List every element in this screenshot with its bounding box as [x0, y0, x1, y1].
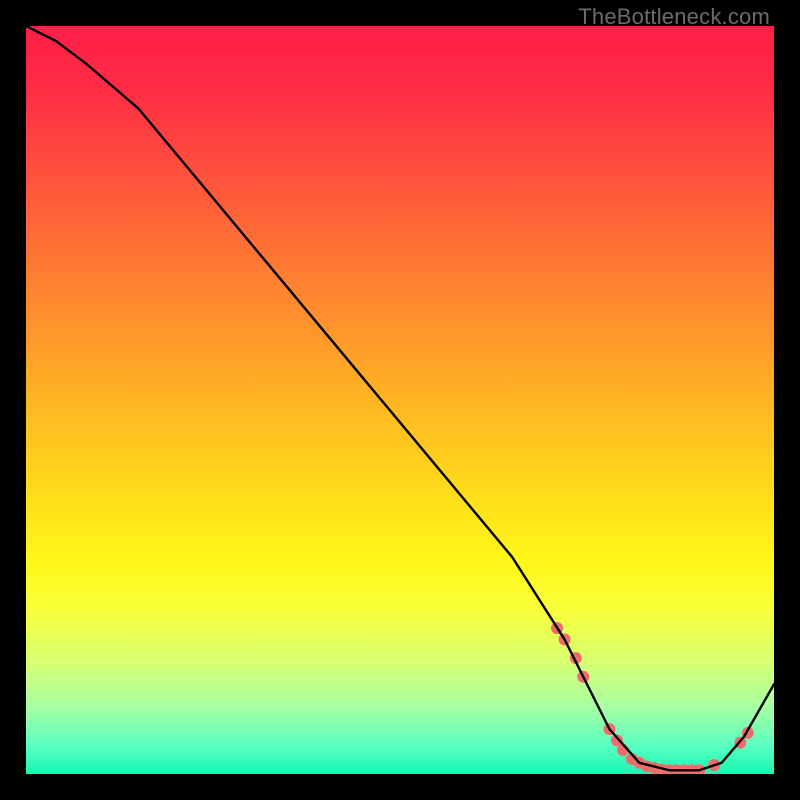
watermark-text: TheBottleneck.com [578, 4, 770, 30]
curve-line [26, 26, 774, 770]
chart-area [26, 26, 774, 774]
chart-svg [26, 26, 774, 774]
highlight-markers [551, 622, 754, 774]
